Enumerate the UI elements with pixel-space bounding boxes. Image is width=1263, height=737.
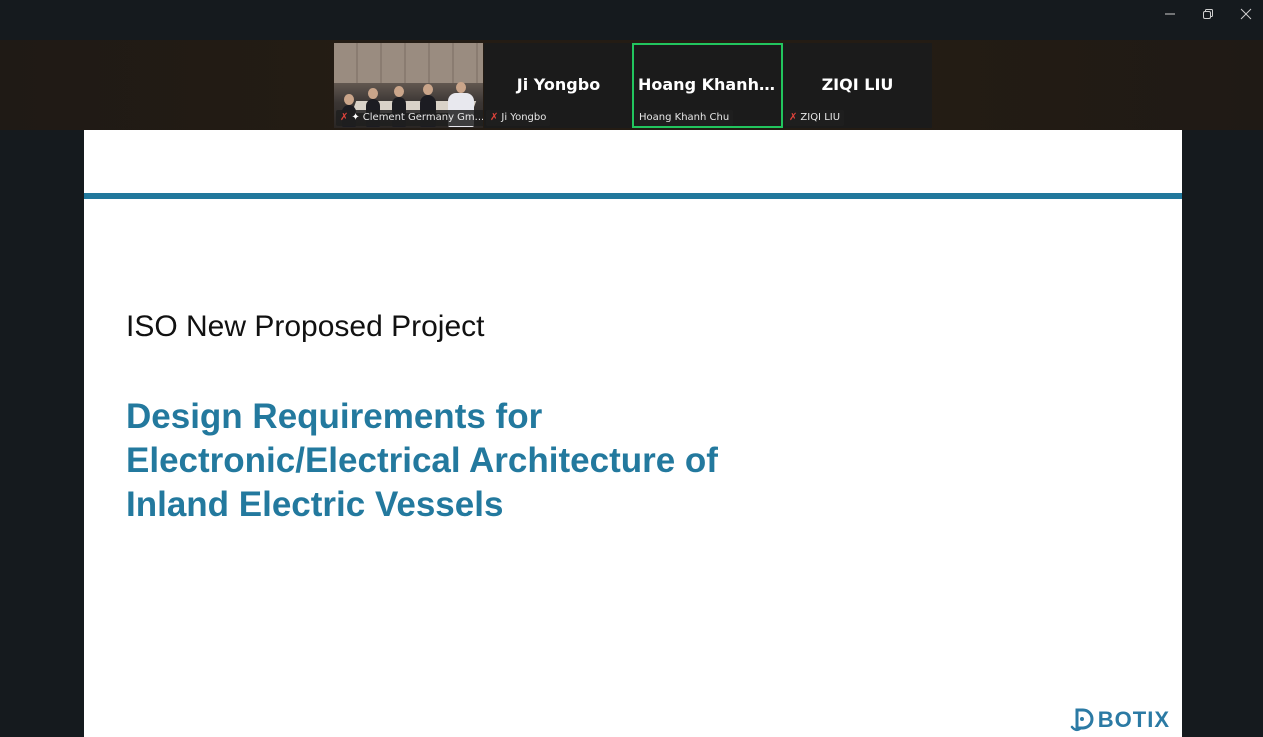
participant-tile-video[interactable]: ✗ ✦ Clement Germany Gm... [334, 43, 483, 128]
slide-title-line: Electronic/Electrical Architecture of [126, 441, 718, 480]
close-icon [1240, 8, 1252, 20]
mic-off-icon: ✗ [490, 112, 499, 123]
participant-label: ✗ ZIQI LIU [785, 110, 845, 126]
participant-label: ✗ Ji Yongbo [486, 110, 551, 126]
minimize-icon [1165, 13, 1175, 15]
mic-off-icon: ✗ [789, 112, 798, 123]
participant-tile-active-speaker[interactable]: Hoang Khanh C... Hoang Khanh Chu [632, 43, 783, 128]
participant-tile[interactable]: Ji Yongbo ✗ Ji Yongbo [484, 43, 633, 128]
slide-title-line: Design Requirements for [126, 397, 543, 436]
botix-logo-icon [1070, 708, 1094, 731]
participant-display-name: Hoang Khanh C... [638, 75, 781, 94]
pin-icon: ✦ [351, 112, 360, 123]
slide-title: Design Requirements for Electronic/Elect… [126, 395, 826, 527]
participant-label: Hoang Khanh Chu [635, 110, 734, 126]
close-button[interactable] [1227, 0, 1263, 28]
restore-icon [1203, 9, 1213, 19]
minimize-button[interactable] [1151, 0, 1189, 28]
slide-header-rule [84, 193, 1182, 199]
logo-text: BOTIX [1097, 707, 1170, 732]
slide-kicker: ISO New Proposed Project [126, 310, 485, 343]
participant-display-name: ZIQI LIU [821, 75, 894, 94]
shared-slide: ISO New Proposed Project Design Requirem… [84, 130, 1182, 737]
restore-button[interactable] [1189, 0, 1227, 28]
mic-off-icon: ✗ [340, 112, 349, 123]
window-titlebar [0, 0, 1263, 40]
slide-title-line: Inland Electric Vessels [126, 485, 504, 524]
participant-tile[interactable]: ZIQI LIU ✗ ZIQI LIU [783, 43, 932, 128]
participant-label: ✗ ✦ Clement Germany Gm... [336, 110, 483, 126]
botix-logo: BOTIX [1069, 707, 1170, 733]
participant-display-name: Ji Yongbo [516, 75, 601, 94]
